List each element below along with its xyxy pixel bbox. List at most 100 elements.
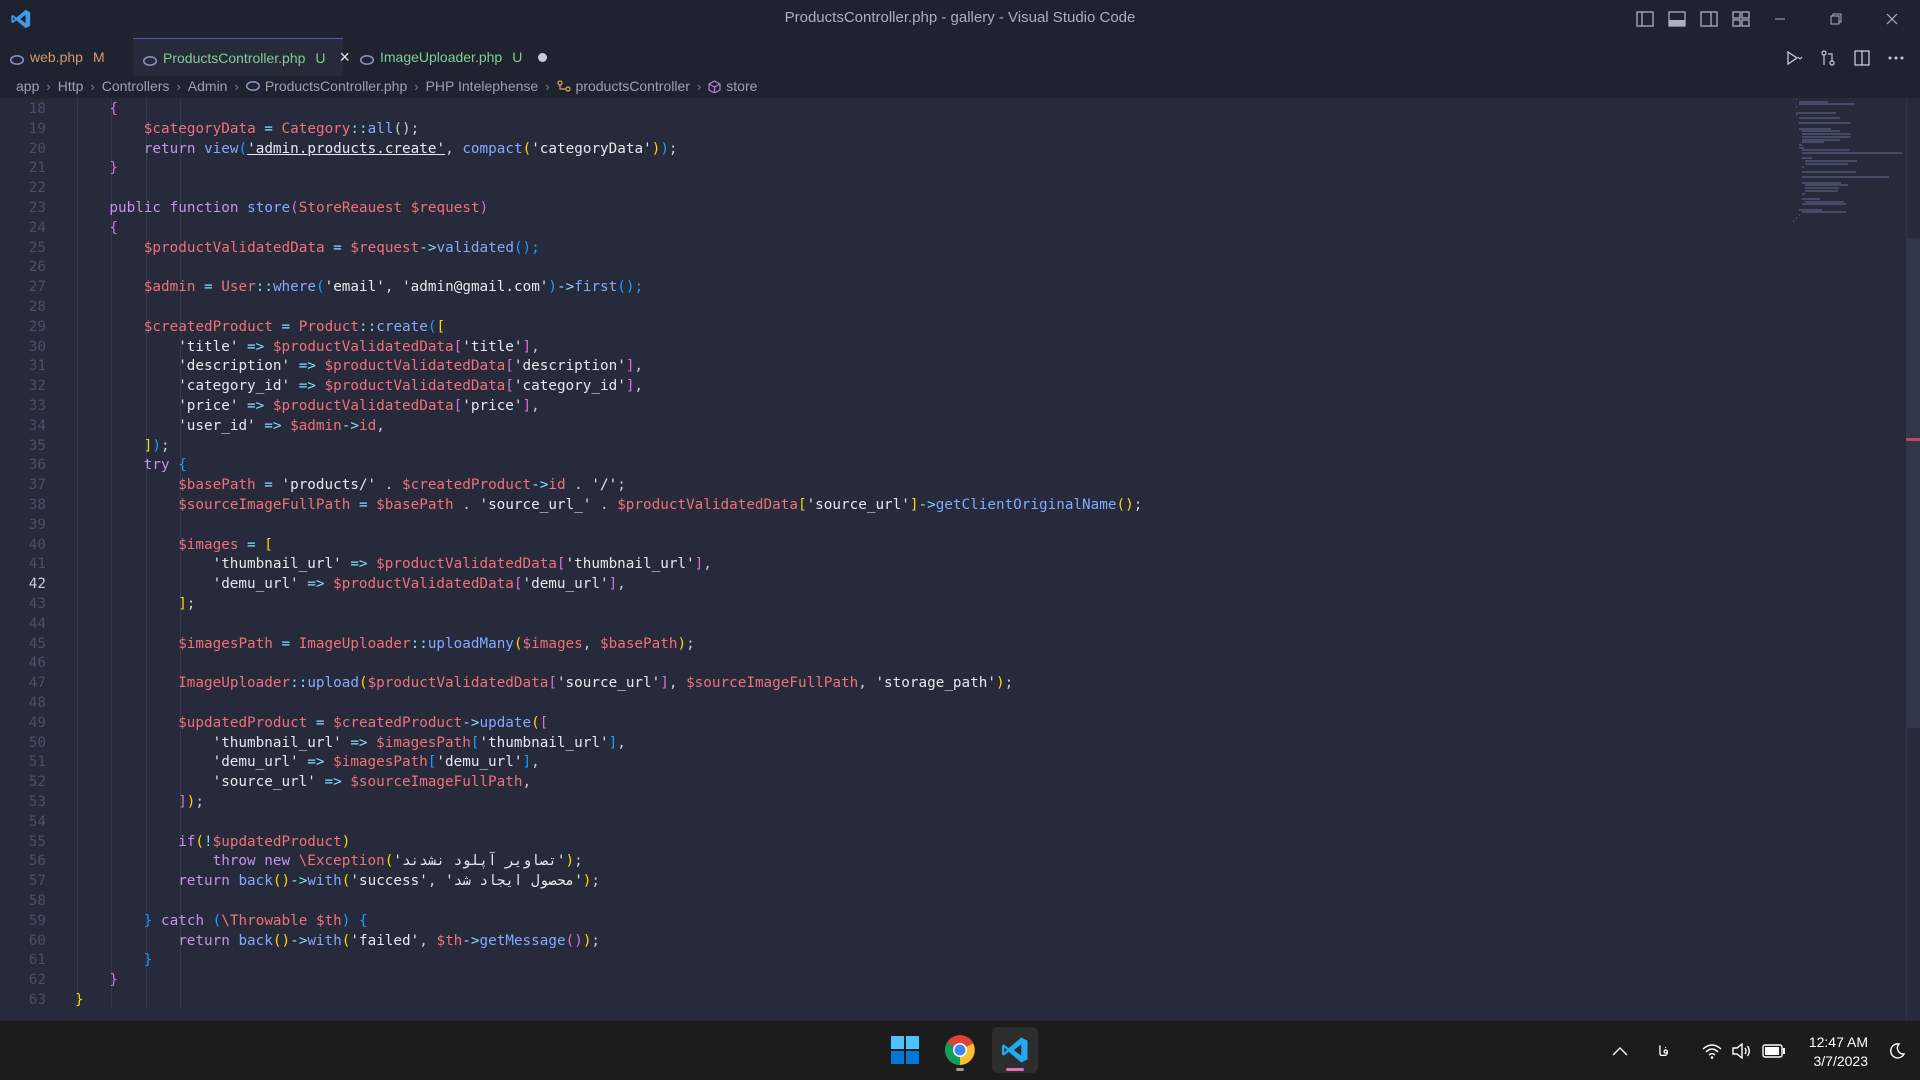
code-token: ( [427,318,437,335]
code-token: $updatedProduct [212,833,342,850]
minimap-line [1802,197,1820,200]
windows-start-icon[interactable] [882,1027,928,1073]
open-changes-icon[interactable] [1818,48,1838,68]
code-line[interactable]: 34 'user_id' => $admin->id, [0,416,1780,436]
breadcrumb-item[interactable]: PHP Intelephense [426,78,539,94]
customize-layout-icon[interactable] [1730,8,1752,30]
code-line[interactable]: 44 [0,614,1780,634]
close-tab-icon[interactable]: × [340,47,351,68]
tab-imageuploader-php[interactable]: ImageUploader.php U [350,38,550,76]
breadcrumb-item[interactable]: Controllers [102,78,170,94]
code-line[interactable]: 30'title' => $productValidatedData['titl… [0,337,1780,357]
code-line[interactable]: 41 'thumbnail_url' => $productValidatedDa… [0,554,1780,574]
code-line[interactable]: 47 ImageUploader::upload($productValidate… [0,673,1780,693]
toggle-secondary-sidebar-icon[interactable] [1698,8,1720,30]
code-line[interactable]: 62} [0,970,1780,990]
code-line[interactable]: 39 [0,515,1780,535]
code-line[interactable]: 42 'demu_url' => $productValidatedData['d… [0,574,1780,594]
breadcrumb-item[interactable]: Admin [188,78,228,94]
unsaved-dot-icon[interactable] [538,52,548,62]
line-number: 27 [28,279,46,296]
show-hidden-icons-icon[interactable] [1612,1021,1628,1080]
code-line[interactable]: 40 $images = [ [0,535,1780,555]
code-line[interactable]: 59} catch (\Throwable $th) { [0,911,1780,931]
code-token: . [453,497,480,513]
code-line[interactable]: 29 $createdProduct = Product::create([ [0,317,1780,337]
code-line[interactable]: 23 public function store(StoreReauest $re… [0,198,1780,218]
code-token: ; [195,794,205,810]
code-line[interactable]: 24 { [0,218,1780,238]
breadcrumb-file[interactable]: ProductsController.php [245,78,407,94]
code-line[interactable]: 32 'category_id' => $productValidatedData… [0,376,1780,396]
vscode-taskbar-icon[interactable] [992,1027,1038,1073]
code-line[interactable]: 56 throw new \Exception('تصاویر آپلود نشد… [0,851,1780,871]
split-editor-icon[interactable] [1852,48,1872,68]
code-line[interactable]: 26 [0,257,1780,277]
minimize-icon[interactable] [1752,0,1808,38]
line-number: 48 [28,695,46,711]
line-number: 40 [28,536,46,553]
code-line[interactable]: 25 $productValidatedData = $request->vali… [0,238,1780,258]
line-number: 38 [28,497,46,513]
breadcrumb-item[interactable]: Http [58,78,84,94]
line-number: 49 [28,714,46,731]
system-tray[interactable] [1702,1021,1786,1080]
code-line[interactable]: 36 try { [0,455,1780,475]
code-line[interactable]: 46 [0,653,1780,673]
code-token: { [109,101,118,117]
code-line[interactable]: 53]); [0,792,1780,812]
code-line[interactable]: 45 $imagesPath = ImageUploader::uploadMan… [0,634,1780,654]
close-window-icon[interactable] [1864,0,1920,38]
toggle-panel-icon[interactable] [1666,8,1688,30]
code-token: ; [161,437,170,454]
code-line[interactable]: 20 return view('admin.products.create', c… [0,139,1780,159]
code-line[interactable]: 58 [0,891,1780,911]
code-token: $productValidatedData [367,675,549,692]
code-line[interactable]: 27 $admin = User::where('email', 'admin@g… [0,277,1780,297]
code-line[interactable]: 48 [0,693,1780,713]
code-line[interactable]: 38 $sourceImageFullPath = $basePath . 'so… [0,495,1780,515]
tab-web-php[interactable]: web.php M [0,38,130,76]
code-line[interactable]: 61} [0,950,1780,970]
code-line[interactable]: 18 { [0,99,1780,119]
code-text: ]); [144,436,170,456]
code-line[interactable]: 43]; [0,594,1780,614]
code-line[interactable]: 57 return back()->with('success', 'محصول … [0,871,1780,891]
code-line[interactable]: 51 'demu_url' => $imagesPath['demu_url'], [0,752,1780,772]
code-line[interactable]: 28 [0,297,1780,317]
code-token: ( [238,140,248,157]
code-text: try { [144,455,187,475]
code-line[interactable]: 33'price' => $productValidatedData['pric… [0,396,1780,416]
code-line[interactable]: 31 'description' => $productValidatedData… [0,356,1780,376]
tab-productscontroller-php[interactable]: ProductsController.php U × [133,38,350,76]
code-line[interactable]: 55 if(!$updatedProduct) [0,832,1780,852]
more-actions-icon[interactable] [1886,48,1906,68]
code-line[interactable]: 49 $updatedProduct = $createdProduct->upd… [0,713,1780,733]
input-language[interactable]: فا [1658,1021,1669,1080]
code-line[interactable]: 52 'source_url' => $sourceImageFullPath, [0,772,1780,792]
code-line[interactable]: 63} [0,990,1780,1010]
code-line[interactable]: 19 $categoryData = Category::all(); [0,119,1780,139]
breadcrumb-method[interactable]: store [708,78,757,94]
code-line[interactable]: 21} [0,158,1780,178]
code-line[interactable]: 60 return back()->with('failed', $th->get… [0,931,1780,951]
restore-icon[interactable] [1808,0,1864,38]
chrome-icon[interactable] [937,1027,983,1073]
code-token: $createdProduct [333,714,463,731]
code-token: ] [660,675,669,692]
scrollbar-thumb[interactable] [1906,238,1920,728]
breadcrumb-item[interactable]: app [16,78,39,94]
focus-assist-icon[interactable] [1888,1021,1906,1080]
breadcrumb-class[interactable]: productsController [556,78,690,94]
minimap[interactable] [1790,98,1910,298]
code-line[interactable]: 37 $basePath = 'products/' . $createdProd… [0,475,1780,495]
clock[interactable]: 12:47 AM 3/7/2023 [1809,1033,1868,1071]
code-line[interactable]: 54 [0,812,1780,832]
code-line[interactable]: 35]); [0,436,1780,456]
code-editor[interactable]: 18{19 $categoryData = Category::all(); 20 r… [0,98,1920,1020]
code-line[interactable]: 22 [0,178,1780,198]
run-icon[interactable] [1784,48,1804,68]
toggle-primary-sidebar-icon[interactable] [1634,8,1656,30]
scrollbar[interactable] [1906,98,1920,1020]
code-line[interactable]: 50 'thumbnail_url' => $imagesPath['thumbn… [0,733,1780,753]
